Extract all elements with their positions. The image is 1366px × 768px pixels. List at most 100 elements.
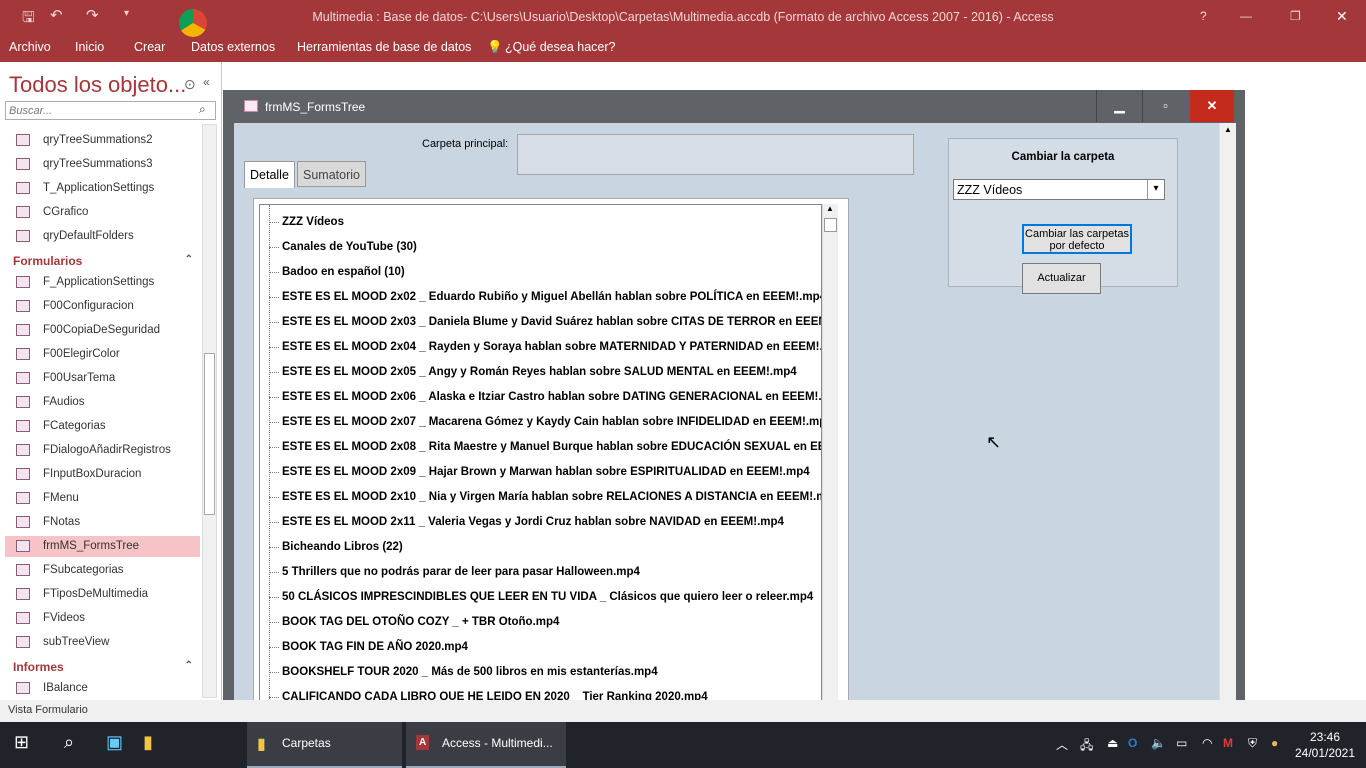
tree-node[interactable]: ESTE ES EL MOOD 2x05 _ Angy y Román Reye…	[260, 360, 797, 385]
tree-node[interactable]: Canales de YouTube (30)	[260, 235, 417, 260]
nav-item[interactable]: FMenu	[5, 488, 200, 509]
nav-item[interactable]: F_ApplicationSettings	[5, 272, 200, 293]
nav-item-label: FNotas	[43, 516, 81, 528]
tree-node[interactable]: BOOK TAG DEL OTOÑO COZY _ + TBR Otoño.mp…	[260, 610, 559, 635]
wifi-icon[interactable]: ◠	[1202, 722, 1212, 768]
nav-group-header[interactable]: Informes ⌃	[13, 660, 193, 674]
computer-icon[interactable]: ▣	[106, 722, 123, 768]
tree-node[interactable]: ESTE ES EL MOOD 2x03 _ Daniela Blume y D…	[260, 310, 821, 335]
tree-node[interactable]: Badoo en español (10)	[260, 260, 405, 285]
nav-item[interactable]: F00CopiaDeSeguridad	[5, 320, 200, 341]
form-vscrollbar[interactable]: ▲	[1219, 123, 1236, 722]
nav-title[interactable]: Todos los objeto...	[9, 72, 186, 98]
nav-item[interactable]: subTreeView	[5, 632, 200, 653]
nav-item[interactable]: IBalance	[5, 678, 200, 699]
nav-item[interactable]: F00ElegirColor	[5, 344, 200, 365]
nav-item[interactable]: FSubcategorias	[5, 560, 200, 581]
network-device-icon[interactable]: 🖧	[1080, 722, 1093, 768]
refresh-button[interactable]: Actualizar	[1022, 263, 1101, 294]
tab-datos-externos[interactable]: Datos externos	[191, 40, 275, 54]
form-close-button[interactable]: ✕	[1190, 90, 1234, 122]
group-label: Informes	[13, 660, 64, 674]
folder-icon[interactable]: ▮	[143, 722, 153, 768]
form-restore-button[interactable]: ▫	[1142, 90, 1188, 122]
tab-detalle[interactable]: Detalle	[244, 161, 295, 188]
chevron-down-icon[interactable]: ▾	[1147, 180, 1164, 199]
nav-item[interactable]: FVideos	[5, 608, 200, 629]
nav-item[interactable]: CGrafico	[5, 202, 200, 223]
search-icon[interactable]: ⌕	[64, 722, 74, 768]
tab-herramientas[interactable]: Herramientas de base de datos	[297, 40, 471, 54]
tray-chevron-icon[interactable]: ︿	[1056, 722, 1068, 768]
form-icon	[244, 100, 258, 112]
collapse-pane-button[interactable]: «	[203, 75, 210, 89]
nav-item[interactable]: qryTreeSummations3	[5, 154, 200, 175]
tab-archivo[interactable]: Archivo	[9, 40, 51, 54]
defender-icon[interactable]: ⛨	[1248, 722, 1257, 768]
close-button[interactable]: ✕	[1336, 8, 1348, 25]
tree-view[interactable]: ZZZ Vídeos Canales de YouTube (30) Badoo e…	[259, 204, 822, 714]
tree-node[interactable]: BOOK TAG FIN DE AÑO 2020.mp4	[260, 635, 468, 660]
tree-node[interactable]: ESTE ES EL MOOD 2x08 _ Rita Maestre y Ma…	[260, 435, 821, 460]
tree-node[interactable]: ESTE ES EL MOOD 2x09 _ Hajar Brown y Mar…	[260, 460, 810, 485]
nav-item[interactable]: frmMS_FormsTree	[5, 536, 200, 557]
nav-group-header[interactable]: Formularios ⌃	[13, 254, 193, 268]
chevron-down-icon[interactable]: ⊙	[184, 76, 196, 93]
nav-item[interactable]: F00Configuracion	[5, 296, 200, 317]
nav-item[interactable]: FDialogoAñadirRegistros	[5, 440, 200, 461]
folder-field[interactable]	[517, 134, 914, 175]
nav-item[interactable]: T_ApplicationSettings	[5, 178, 200, 199]
nav-item[interactable]: F00UsarTema	[5, 368, 200, 389]
tell-me-input[interactable]: ¿Qué desea hacer?	[505, 40, 616, 54]
nav-item[interactable]: FTiposDeMultimedia	[5, 584, 200, 605]
usb-icon[interactable]: ⏏	[1107, 722, 1118, 768]
folder-combo[interactable]: ZZZ Vídeos ▾	[953, 179, 1165, 200]
weather-icon[interactable]: ●	[1271, 722, 1278, 768]
taskbar-access[interactable]: A Access - Multimedi...	[406, 722, 566, 768]
tree-node[interactable]: ESTE ES EL MOOD 2x11 _ Valeria Vegas y J…	[260, 510, 784, 535]
tree-node[interactable]: Bicheando Libros (22)	[260, 535, 403, 560]
outlook-icon[interactable]: O	[1128, 722, 1137, 768]
nav-item[interactable]: FInputBoxDuracion	[5, 464, 200, 485]
tree-node[interactable]: ESTE ES EL MOOD 2x02 _ Eduardo Rubiño y …	[260, 285, 821, 310]
tree-node[interactable]: ESTE ES EL MOOD 2x10 _ Nia y Virgen Marí…	[260, 485, 821, 510]
tree-node[interactable]: ESTE ES EL MOOD 2x07 _ Macarena Gómez y …	[260, 410, 821, 435]
nav-item[interactable]: FAudios	[5, 392, 200, 413]
tree-vscrollbar[interactable]: ▲▼	[822, 204, 838, 714]
tree-node[interactable]: ZZZ Vídeos	[260, 210, 344, 235]
search-input[interactable]	[5, 101, 216, 120]
tree-node[interactable]: BOOKSHELF TOUR 2020 _ Más de 500 libros …	[260, 660, 658, 685]
nav-item[interactable]: FCategorias	[5, 416, 200, 437]
clock[interactable]: 23:46 24/01/2021	[1293, 722, 1357, 768]
volume-icon[interactable]: 🔈	[1151, 722, 1166, 768]
tab-crear[interactable]: Crear	[134, 40, 165, 54]
taskbar-carpetas[interactable]: ▮ Carpetas	[247, 722, 402, 768]
tree-node[interactable]: 50 CLÁSICOS IMPRESCINDIBLES QUE LEER EN …	[260, 585, 813, 610]
form-title: frmMS_FormsTree	[265, 100, 366, 114]
tree-node[interactable]: 5 Thrillers que no podrás parar de leer …	[260, 560, 640, 585]
tree-node[interactable]: ESTE ES EL MOOD 2x06 _ Alaska e Itziar C…	[260, 385, 821, 410]
object-icon	[16, 492, 30, 504]
nav-item[interactable]: qryTreeSummations2	[5, 130, 200, 151]
chrome-icon[interactable]	[179, 9, 207, 37]
scrollbar-thumb[interactable]	[204, 353, 215, 515]
mega-icon[interactable]: M	[1223, 722, 1233, 768]
default-folders-button[interactable]: Cambiar las carpetas por defecto	[1022, 224, 1132, 254]
windows-start-icon[interactable]: ⊞	[14, 722, 29, 768]
search-icon[interactable]: ⌕	[199, 102, 206, 117]
form-minimize-button[interactable]: ▁	[1096, 90, 1142, 122]
collapse-icon[interactable]: ⌃	[185, 660, 193, 671]
tree-node[interactable]: ESTE ES EL MOOD 2x04 _ Rayden y Soraya h…	[260, 335, 821, 360]
nav-scrollbar[interactable]	[202, 124, 217, 698]
help-button[interactable]: ?	[1200, 9, 1207, 23]
battery-icon[interactable]: ▭	[1176, 722, 1187, 768]
nav-item[interactable]: FNotas	[5, 512, 200, 533]
object-icon	[16, 540, 30, 552]
nav-item[interactable]: qryDefaultFolders	[5, 226, 200, 247]
minimize-button[interactable]: —	[1240, 9, 1252, 23]
collapse-icon[interactable]: ⌃	[185, 254, 193, 265]
combo-value: ZZZ Vídeos	[957, 183, 1023, 197]
tab-sumatorio[interactable]: Sumatorio	[297, 161, 366, 187]
restore-button[interactable]: ❐	[1290, 9, 1301, 23]
tab-inicio[interactable]: Inicio	[75, 40, 104, 54]
